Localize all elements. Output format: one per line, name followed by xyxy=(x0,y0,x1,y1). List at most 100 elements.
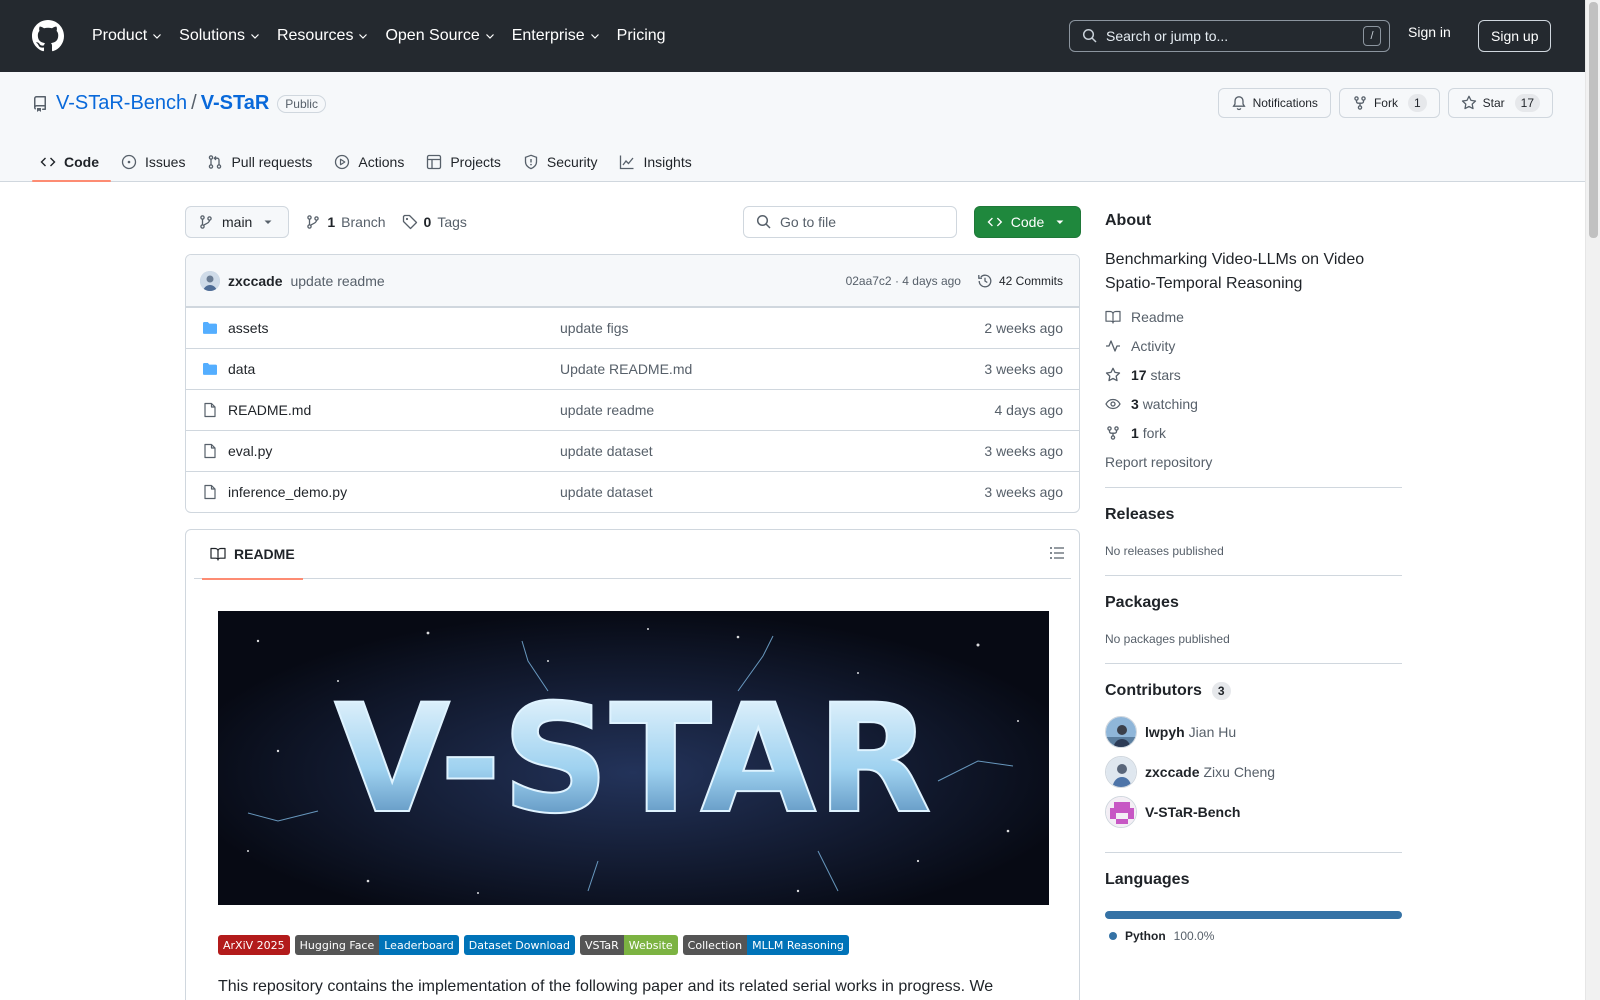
file-name-link[interactable]: eval.py xyxy=(228,443,560,459)
repo-sidebar: About Benchmarking Video-LLMs on Video S… xyxy=(1105,206,1402,943)
file-row[interactable]: eval.py update dataset 3 weeks ago xyxy=(186,430,1079,471)
contributor-item[interactable]: zxccade Zixu Cheng xyxy=(1105,756,1402,788)
branch-count: 1 xyxy=(327,214,336,230)
fork-button[interactable]: Fork 1 xyxy=(1338,88,1440,118)
notifications-button[interactable]: Notifications xyxy=(1217,88,1331,118)
commit-message-link[interactable]: update readme xyxy=(290,273,384,289)
nav-label: Resources xyxy=(276,27,354,44)
file-name-link[interactable]: README.md xyxy=(228,402,560,418)
github-logo-icon[interactable] xyxy=(32,20,64,52)
report-repository-link[interactable]: Report repository xyxy=(1105,453,1402,470)
scrollbar-thumb[interactable] xyxy=(1589,2,1598,238)
commit-author-avatar[interactable] xyxy=(200,270,220,291)
contributor-item[interactable]: lwpyh Jian Hu xyxy=(1105,716,1402,748)
commits-history-link[interactable]: 42 Commits xyxy=(977,273,1063,289)
tab-actions[interactable]: Actions xyxy=(326,142,416,182)
website-badge[interactable]: VSTaR Website xyxy=(580,935,678,955)
leaderboard-badge[interactable]: Hugging Face Leaderboard xyxy=(294,935,459,955)
file-navigation: main 1 Branch 0 Tags Go to file Code xyxy=(185,206,1081,238)
fork-icon xyxy=(1107,425,1119,440)
contributors-heading[interactable]: Contributors 3 xyxy=(1105,682,1402,700)
tab-issues[interactable]: Issues xyxy=(113,142,197,182)
tab-pull-requests[interactable]: Pull requests xyxy=(199,142,324,182)
file-commit-message[interactable]: update figs xyxy=(560,320,984,336)
sign-up-button[interactable]: Sign up xyxy=(1478,20,1552,52)
code-dropdown-button[interactable]: Code xyxy=(974,206,1081,238)
file-commit-message[interactable]: update dataset xyxy=(560,484,984,500)
global-search-input[interactable]: Search or jump to... / xyxy=(1069,20,1390,52)
list-outline-icon[interactable] xyxy=(1049,545,1065,561)
repo-owner-link[interactable]: V-STaR-Bench xyxy=(56,92,187,115)
repo-name-link[interactable]: V-STaR xyxy=(201,92,270,115)
graph-icon xyxy=(620,155,634,170)
contributor-login: zxccade xyxy=(1145,764,1200,780)
file-name-link[interactable]: assets xyxy=(228,320,560,336)
arxiv-badge[interactable]: ArXiV 2025 xyxy=(218,935,290,955)
branch-select-button[interactable]: main xyxy=(185,206,290,238)
tab-projects[interactable]: Projects xyxy=(418,142,513,182)
repo-tabs: Code Issues Pull requests Actions Projec… xyxy=(32,142,706,182)
file-commit-message[interactable]: Update README.md xyxy=(560,361,984,377)
go-to-file-input[interactable]: Go to file xyxy=(743,206,957,238)
nav-solutions[interactable]: Solutions xyxy=(175,21,265,51)
tab-security[interactable]: Security xyxy=(515,142,610,182)
dataset-download-badge[interactable]: Dataset Download xyxy=(463,935,575,955)
star-button[interactable]: Star 17 xyxy=(1447,88,1553,118)
badge-left-label: VSTaR xyxy=(580,935,624,955)
avatar-image xyxy=(200,270,220,291)
nav-resources[interactable]: Resources xyxy=(273,21,373,51)
avatar xyxy=(1105,796,1137,828)
nav-product[interactable]: Product xyxy=(88,21,167,51)
file-commit-message[interactable]: update dataset xyxy=(560,443,984,459)
slash-shortcut-key: / xyxy=(1363,26,1381,46)
repo-actions: Notifications Fork 1 Star 17 xyxy=(1217,88,1553,118)
file-row[interactable]: README.md update readme 4 days ago xyxy=(186,389,1079,430)
nav-open-source[interactable]: Open Source xyxy=(381,21,499,51)
contributors-list: lwpyh Jian Hu zxccade Zixu Cheng V-STaR-… xyxy=(1105,716,1402,828)
tags-link[interactable]: 0 Tags xyxy=(402,214,467,230)
forks-link[interactable]: 1 fork xyxy=(1105,424,1402,441)
packages-heading[interactable]: Packages xyxy=(1105,594,1402,612)
nav-enterprise[interactable]: Enterprise xyxy=(508,21,605,51)
watchers-link[interactable]: 3 watching xyxy=(1105,395,1402,412)
activity-link[interactable]: Activity xyxy=(1105,337,1402,354)
issue-opened-icon xyxy=(121,154,137,170)
fork-counter: 1 xyxy=(1407,94,1427,112)
file-row[interactable]: assets update figs 2 weeks ago xyxy=(186,307,1079,348)
branches-link[interactable]: 1 Branch xyxy=(305,214,386,230)
readme-link[interactable]: Readme xyxy=(1105,308,1402,325)
code-icon xyxy=(40,157,56,167)
file-row[interactable]: inference_demo.py update dataset 3 weeks… xyxy=(186,471,1079,512)
file-row[interactable]: data Update README.md 3 weeks ago xyxy=(186,348,1079,389)
branch-name: main xyxy=(222,214,253,230)
tab-label: Issues xyxy=(145,154,186,170)
book-icon xyxy=(210,547,226,561)
page-scrollbar[interactable] xyxy=(1585,0,1600,1000)
sign-in-link[interactable]: Sign in xyxy=(1408,24,1451,40)
collection-badge[interactable]: Collection MLLM Reasoning xyxy=(682,935,849,955)
file-name-link[interactable]: inference_demo.py xyxy=(228,484,560,500)
tab-insights[interactable]: Insights xyxy=(611,142,703,182)
file-commit-message[interactable]: update readme xyxy=(560,402,995,418)
commit-hash-and-time[interactable]: 02aa7c2 · 4 days ago xyxy=(846,274,961,288)
file-browser: zxccade update readme 02aa7c2 · 4 days a… xyxy=(185,254,1080,513)
sidebar-divider xyxy=(1105,852,1402,853)
commit-author-link[interactable]: zxccade xyxy=(228,273,282,289)
stars-link[interactable]: 17 stars xyxy=(1105,366,1402,383)
commits-count-label: 42 Commits xyxy=(998,273,1063,288)
readme-tab[interactable]: README xyxy=(202,530,303,580)
stars-count: 17 xyxy=(1131,366,1147,383)
nav-label: Enterprise xyxy=(511,27,585,44)
file-name-link[interactable]: data xyxy=(228,361,560,377)
file-icon xyxy=(204,484,216,500)
code-icon xyxy=(987,217,1003,227)
star-counter: 17 xyxy=(1514,94,1540,112)
language-name: Python xyxy=(1125,929,1166,943)
releases-heading[interactable]: Releases xyxy=(1105,506,1402,524)
contributor-item[interactable]: V-STaR-Bench xyxy=(1105,796,1402,828)
tab-code[interactable]: Code xyxy=(32,142,111,182)
nav-pricing[interactable]: Pricing xyxy=(613,21,670,51)
play-icon xyxy=(335,154,350,170)
badge-left-label: Hugging Face xyxy=(294,935,380,955)
language-item[interactable]: Python 100.0% xyxy=(1105,929,1402,943)
